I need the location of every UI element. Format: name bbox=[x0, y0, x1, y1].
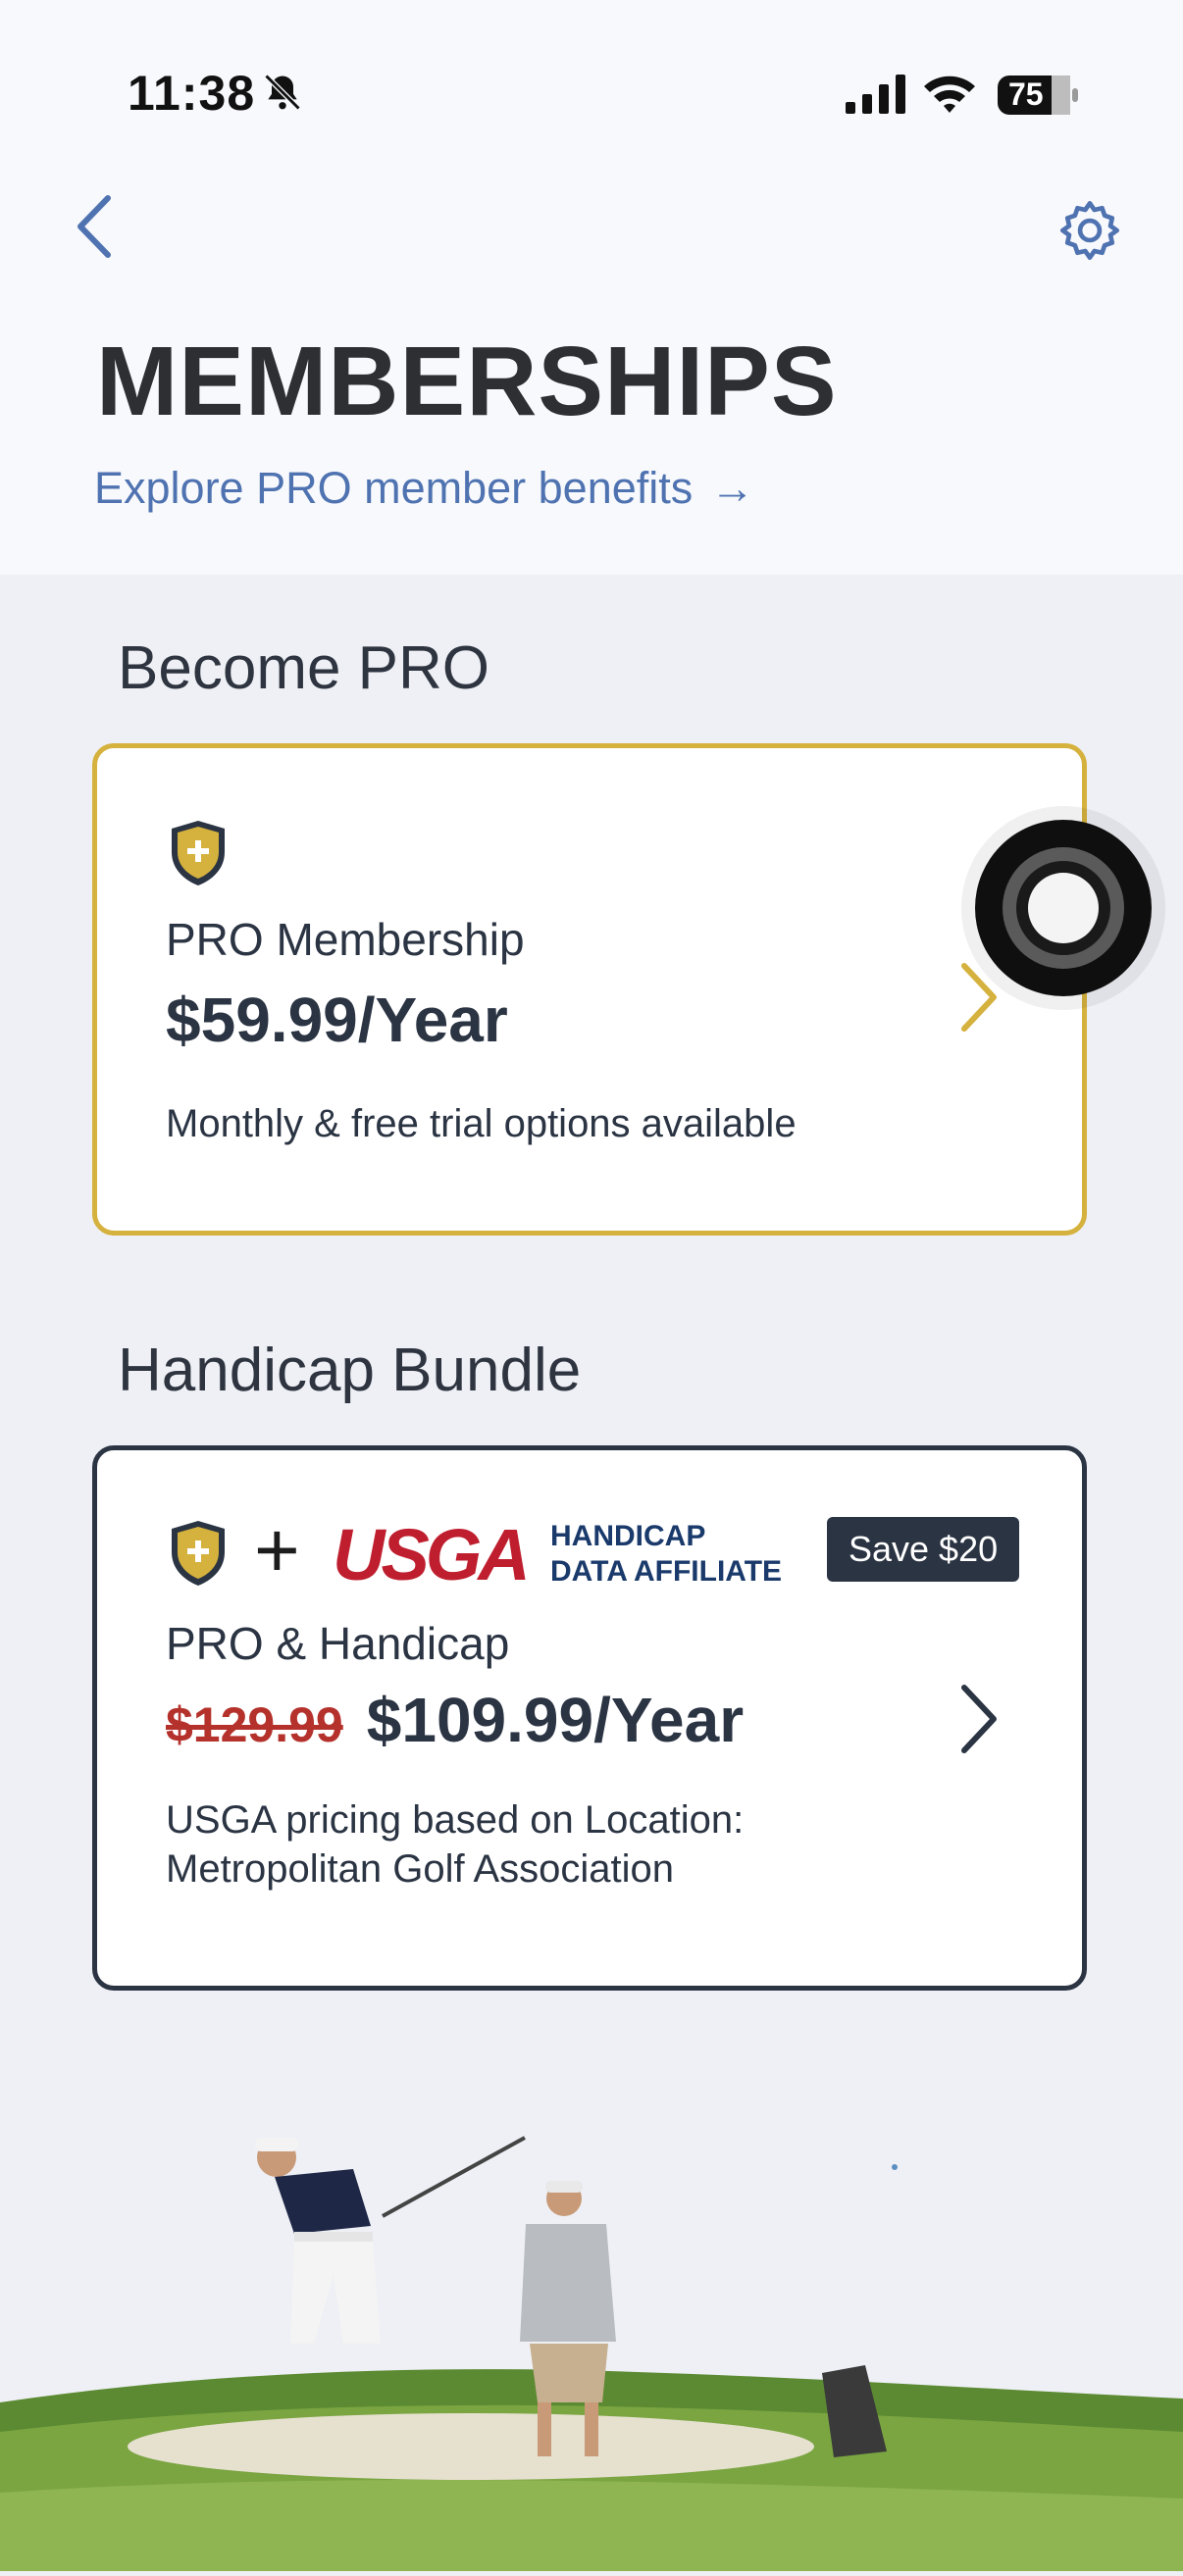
back-button[interactable] bbox=[71, 192, 120, 261]
cellular-signal-icon bbox=[846, 75, 906, 119]
usga-logo: USGA bbox=[333, 1514, 531, 1595]
bundle-note-line-1: USGA pricing based on Location: bbox=[166, 1798, 745, 1842]
plus-sign: + bbox=[254, 1506, 300, 1593]
bundle-note: USGA pricing based on Location: Metropol… bbox=[166, 1795, 744, 1894]
bundle-note-line-2: Metropolitan Golf Association bbox=[166, 1847, 675, 1891]
battery-level: 75 bbox=[1008, 76, 1044, 112]
bundle-old-price: $129.99 bbox=[166, 1697, 343, 1752]
battery-icon: 75 bbox=[997, 75, 1079, 121]
handicap-bundle-heading: Handicap Bundle bbox=[118, 1337, 582, 1404]
explore-benefits-link[interactable]: Explore PRO member benefits → bbox=[94, 463, 754, 514]
become-pro-heading: Become PRO bbox=[118, 634, 490, 702]
pro-handicap-bundle-card[interactable]: + USGA HANDICAP DATA AFFILIATE Save $20 … bbox=[92, 1445, 1087, 1991]
pro-membership-note: Monthly & free trial options available bbox=[166, 1102, 797, 1145]
handicap-data-affiliate: HANDICAP DATA AFFILIATE bbox=[550, 1519, 782, 1590]
chevron-right-icon bbox=[956, 1682, 1002, 1761]
arrow-right-icon: → bbox=[710, 463, 755, 513]
pro-membership-card[interactable]: PRO Membership $59.99/Year Monthly & fre… bbox=[92, 743, 1087, 1236]
status-time: 11:38 bbox=[128, 66, 256, 121]
golf-course-illustration bbox=[0, 2108, 1183, 2571]
affiliate-line-1: HANDICAP bbox=[550, 1520, 706, 1552]
pro-membership-price: $59.99/Year bbox=[166, 985, 508, 1055]
bundle-price: $109.99/Year bbox=[366, 1685, 745, 1755]
explore-link-label: Explore PRO member benefits bbox=[94, 463, 694, 513]
chevron-right-icon bbox=[956, 960, 1002, 1039]
settings-button[interactable] bbox=[1055, 196, 1124, 265]
bundle-price-row: $129.99 $109.99/Year bbox=[166, 1684, 744, 1756]
gear-icon bbox=[1059, 200, 1120, 261]
pro-shield-icon bbox=[168, 1519, 229, 1592]
status-bar: 11:38 75 bbox=[0, 0, 1183, 186]
save-badge: Save $20 bbox=[827, 1517, 1020, 1582]
bundle-name: PRO & Handicap bbox=[166, 1618, 510, 1669]
pro-membership-name: PRO Membership bbox=[166, 914, 525, 965]
page-title: MEMBERSHIPS bbox=[96, 327, 838, 436]
assistive-touch-button[interactable] bbox=[975, 820, 1152, 996]
affiliate-line-2: DATA AFFILIATE bbox=[550, 1555, 783, 1588]
wifi-icon bbox=[922, 71, 977, 119]
bell-slash-icon bbox=[261, 71, 304, 119]
chevron-left-icon bbox=[77, 195, 111, 258]
pro-shield-icon bbox=[168, 819, 229, 892]
